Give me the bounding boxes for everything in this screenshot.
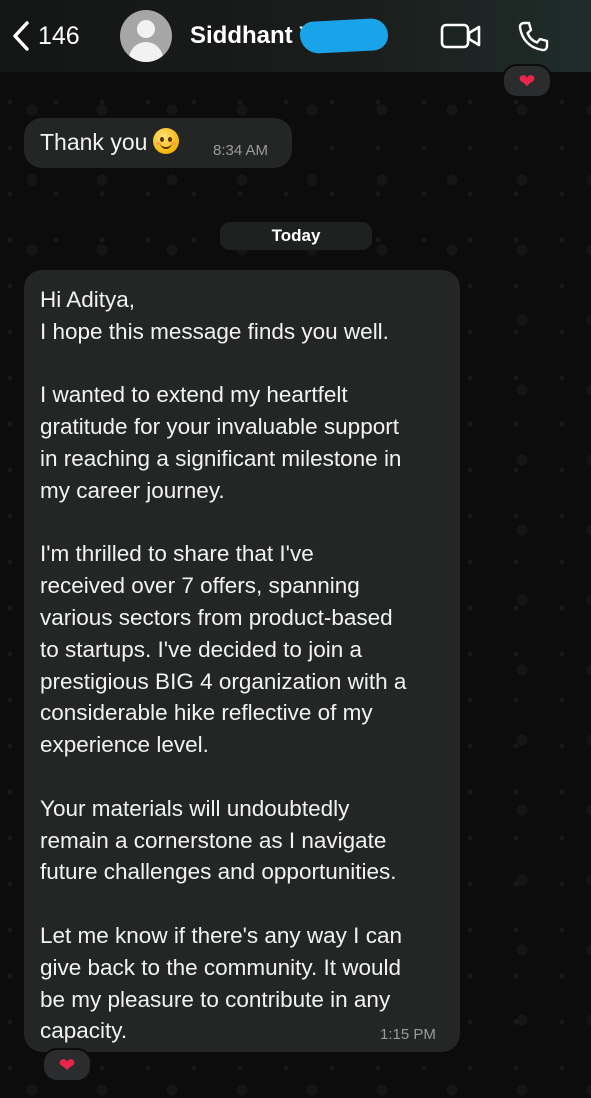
message-line: various sectors from product-based bbox=[40, 604, 393, 630]
phone-call-icon bbox=[518, 21, 549, 52]
message-paragraph-gap bbox=[40, 348, 456, 380]
avatar-head bbox=[137, 20, 155, 38]
message-line: prestigious BIG 4 organization with a bbox=[40, 668, 407, 694]
message-paragraph-gap bbox=[40, 761, 456, 793]
message-time: 8:34 AM bbox=[213, 142, 269, 159]
message-line: Let me know if there's any way I can bbox=[40, 922, 402, 948]
message-line: gratitude for your invaluable support bbox=[40, 414, 399, 440]
message-line: considerable hike reflective of my bbox=[40, 700, 373, 726]
message-bubble-long[interactable]: Hi Aditya, I hope this message finds you … bbox=[24, 270, 460, 1052]
heart-reaction-icon[interactable]: ❤ bbox=[502, 64, 552, 98]
message-line: remain a cornerstone as I navigate bbox=[40, 827, 387, 853]
chat-header: 146 Siddhant Y bbox=[0, 0, 591, 72]
video-call-button[interactable] bbox=[440, 22, 482, 55]
message-line: Hi Aditya, bbox=[40, 287, 136, 312]
smiling-face-icon bbox=[153, 128, 180, 154]
message-line: give back to the community. It would bbox=[40, 954, 401, 980]
avatar-body bbox=[129, 42, 163, 62]
redaction-scribble bbox=[299, 17, 389, 55]
contact-name[interactable]: Siddhant Y bbox=[190, 22, 315, 50]
message-line: received over 7 offers, spanning bbox=[40, 573, 360, 599]
date-separator: Today bbox=[220, 222, 372, 250]
message-line: Your materials will undoubtedly bbox=[40, 795, 350, 821]
back-button[interactable]: 146 bbox=[10, 18, 80, 54]
message-paragraph-gap bbox=[40, 888, 456, 920]
video-call-icon bbox=[440, 23, 481, 49]
unread-count: 146 bbox=[38, 21, 80, 50]
message-line: I'm thrilled to share that I've bbox=[40, 541, 314, 567]
emoji-cheek bbox=[171, 142, 177, 145]
message-line: my career journey. bbox=[40, 477, 225, 503]
message-line: future challenges and opportunities. bbox=[40, 859, 397, 885]
chevron-left-icon bbox=[13, 21, 29, 51]
message-line: I wanted to extend my heartfelt bbox=[40, 382, 348, 408]
message-body: Hi Aditya, I hope this message finds you … bbox=[40, 284, 456, 1047]
message-line: in reaching a significant milestone in bbox=[40, 445, 402, 471]
message-time: 1:15 PM bbox=[380, 1026, 436, 1043]
avatar[interactable] bbox=[120, 10, 172, 62]
message-line: experience level. bbox=[40, 732, 209, 758]
message-bubble[interactable]: Thank you 8:34 AM bbox=[24, 118, 292, 168]
voice-call-button[interactable] bbox=[516, 20, 550, 59]
message-text-wrap: Thank you bbox=[40, 128, 180, 156]
message-paragraph-gap bbox=[40, 507, 456, 539]
message-line: to startups. I've decided to join a bbox=[40, 636, 362, 662]
message-text: Thank you bbox=[40, 129, 148, 155]
message-line: be my pleasure to contribute in any bbox=[40, 986, 391, 1012]
heart-reaction-icon[interactable]: ❤ bbox=[42, 1048, 92, 1082]
message-line: I hope this message finds you well. bbox=[40, 318, 389, 344]
